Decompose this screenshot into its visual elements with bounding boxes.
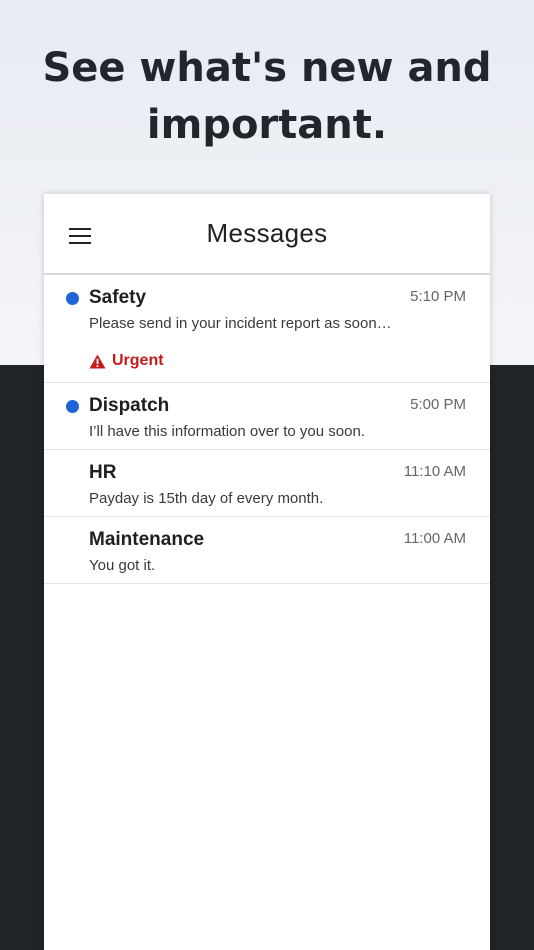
message-preview: I’ll have this information over to you s… [89,423,365,440]
unread-dot-icon [66,292,79,305]
message-sender: Dispatch [89,395,170,416]
message-time: 11:10 AM [403,463,466,480]
headline-line-1: See what's new and [42,45,492,91]
message-item-safety[interactable]: Safety 5:10 PM Please send in your incid… [44,275,490,383]
message-preview: You got it. [89,557,156,574]
message-time: 5:10 PM [410,288,466,305]
headline-line-2: important. [146,102,388,148]
promo-headline: See what's new and important. [0,40,534,154]
message-time: 5:00 PM [410,396,466,413]
message-preview: Payday is 15th day of every month. [89,490,324,507]
message-sender: HR [89,462,117,483]
message-preview: Please send in your incident report as s… [89,315,392,332]
message-time: 11:00 AM [403,530,466,547]
warning-icon [89,354,106,368]
page-title: Messages [206,218,328,248]
message-list: Safety 5:10 PM Please send in your incid… [44,275,490,584]
phone-screen: Messages Safety 5:10 PM Please send in y… [44,194,490,950]
message-item-maintenance[interactable]: Maintenance 11:00 AM You got it. [44,517,490,584]
message-item-dispatch[interactable]: Dispatch 5:00 PM I’ll have this informat… [44,383,490,450]
message-item-hr[interactable]: HR 11:10 AM Payday is 15th day of every … [44,450,490,517]
app-header: Messages [44,194,490,275]
urgent-badge: Urgent [89,352,164,370]
message-sender: Safety [89,287,147,308]
urgent-label: Urgent [112,352,164,369]
message-sender: Maintenance [89,529,205,550]
unread-dot-icon [66,400,79,413]
